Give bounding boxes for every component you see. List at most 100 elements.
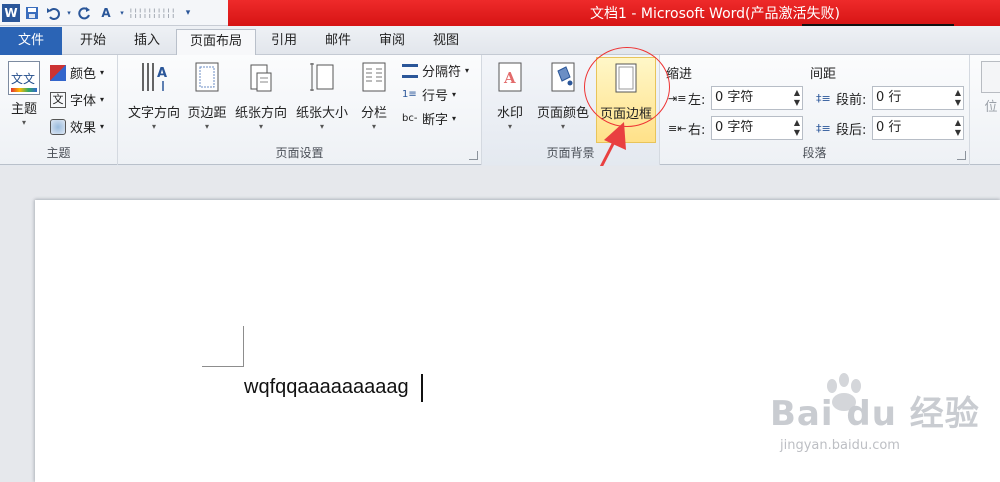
font-icon: 文	[50, 91, 66, 108]
indent-left-field[interactable]: 0 字符 ▲ ▼	[711, 86, 803, 110]
chevron-down-icon: ▾	[204, 122, 209, 131]
text-direction-icon: A	[142, 63, 167, 91]
tab-insert[interactable]: 插入	[120, 29, 174, 55]
page-setup-launcher[interactable]	[469, 151, 478, 160]
spinner-arrows-icon[interactable]: ▲ ▼	[955, 88, 961, 108]
chevron-down-icon: ▾	[258, 122, 263, 131]
hyphenation-icon: bc-	[402, 112, 418, 124]
save-icon[interactable]	[23, 4, 41, 22]
effects-icon	[50, 118, 66, 135]
chevron-down-icon: ▾	[452, 90, 457, 99]
ribbon: 文文 主题 ▾ 颜色 ▾ 文 字体 ▾ 效果 ▾ 主题 A 文字方向 ▾ 页边距…	[0, 55, 1000, 165]
word-icon[interactable]: W	[2, 3, 20, 22]
spinner-arrows-icon[interactable]: ▲ ▼	[955, 118, 961, 138]
ribbon-tabs: 文件 开始 插入 页面布局 引用 邮件 审阅 视图	[0, 26, 1000, 56]
watermark-button[interactable]: A 水印 ▾	[490, 61, 530, 131]
chevron-down-icon: ▾	[319, 122, 324, 131]
quick-access-toolbar: W ▾ A ▾ ¦¦¦¦¦¦¦¦¦¦ ▾	[0, 0, 228, 26]
toolbar-separator: ¦¦¦¦¦¦¦¦¦¦	[129, 6, 177, 19]
tab-page-layout[interactable]: 页面布局	[176, 29, 256, 56]
columns-button[interactable]: 分栏 ▾	[354, 61, 394, 131]
paragraph-launcher[interactable]	[957, 151, 966, 160]
size-button[interactable]: 纸张大小 ▾	[292, 61, 352, 131]
breaks-button[interactable]: 分隔符 ▾	[402, 61, 469, 80]
chevron-down-icon: ▾	[21, 118, 26, 127]
svg-text:A: A	[503, 69, 516, 87]
chevron-down-icon: ▾	[100, 122, 105, 131]
margins-label: 页边距	[187, 106, 227, 121]
tab-references[interactable]: 引用	[258, 29, 310, 55]
position-label: 位	[984, 100, 998, 115]
margins-button[interactable]: 页边距 ▾	[184, 61, 230, 131]
window-title: 文档1 - Microsoft Word(产品激活失败)	[590, 6, 840, 22]
indent-right-label: ≡⇤ 右:	[668, 121, 706, 139]
svg-text:A: A	[157, 66, 167, 81]
paper-size-icon	[310, 63, 334, 91]
tab-mailings[interactable]: 邮件	[312, 29, 364, 55]
watermark-icon: A	[498, 62, 522, 92]
space-after-label: ‡≡ 段后:	[816, 121, 867, 139]
group-themes: 文文 主题 ▾ 颜色 ▾ 文 字体 ▾ 效果 ▾ 主题	[0, 55, 118, 165]
space-after-icon: ‡≡	[816, 121, 831, 135]
annotation-circle	[584, 47, 670, 127]
line-numbers-icon: 1≡	[402, 88, 417, 100]
orientation-label: 纸张方向	[234, 106, 287, 121]
indent-title: 缩进	[666, 67, 693, 82]
themes-label: 主题	[10, 102, 37, 117]
theme-colors-button[interactable]: 颜色 ▾	[50, 63, 104, 82]
tab-review[interactable]: 审阅	[366, 29, 418, 55]
chevron-down-icon: ▾	[151, 122, 156, 131]
chevron-down-icon: ▾	[465, 66, 470, 75]
chevron-down-icon: ▾	[507, 122, 512, 131]
undo-icon[interactable]	[44, 4, 62, 22]
themes-icon: 文文	[8, 61, 40, 95]
space-after-field[interactable]: 0 行 ▲ ▼	[872, 116, 964, 140]
breaks-icon	[402, 63, 418, 78]
text-effect-icon[interactable]: A	[97, 4, 115, 22]
page-color-icon	[551, 62, 575, 92]
size-label: 纸张大小	[295, 106, 348, 121]
space-before-field[interactable]: 0 行 ▲ ▼	[872, 86, 964, 110]
margin-corner-mark	[202, 366, 244, 367]
line-numbers-button[interactable]: 1≡ 行号 ▾	[402, 85, 457, 105]
group-label-themes: 主题	[46, 146, 71, 160]
watermark-label: 水印	[496, 106, 523, 121]
hyphenation-button[interactable]: bc- 断字 ▾	[402, 109, 457, 129]
space-before-icon: ‡≡	[816, 91, 831, 105]
chevron-down-icon: ▾	[100, 68, 105, 77]
text-effect-dropdown-icon[interactable]: ▾	[118, 4, 126, 22]
document-text[interactable]: wqfqqaaaaaaaaag	[244, 376, 409, 399]
theme-fonts-button[interactable]: 文 字体 ▾	[50, 90, 104, 109]
tab-home[interactable]: 开始	[66, 29, 120, 55]
indent-left-icon: ⇥≡	[668, 91, 687, 105]
chevron-down-icon: ▾	[100, 95, 105, 104]
watermark-brand: Bai du 经验	[770, 394, 980, 434]
orientation-button[interactable]: 纸张方向 ▾	[230, 61, 292, 131]
chevron-down-icon: ▾	[371, 122, 376, 131]
themes-button[interactable]: 文文 主题 ▾	[4, 61, 44, 127]
group-label-page-setup: 页面设置	[275, 146, 324, 160]
customize-icon[interactable]: ▾	[179, 4, 197, 22]
indent-left-label: ⇥≡ 左:	[668, 91, 706, 109]
tab-file[interactable]: 文件	[0, 27, 62, 55]
text-direction-button[interactable]: A 文字方向 ▾	[122, 61, 186, 131]
redo-icon[interactable]	[76, 4, 94, 22]
spacing-title: 间距	[810, 67, 837, 82]
text-cursor	[421, 374, 423, 402]
margins-icon	[195, 62, 219, 92]
spinner-arrows-icon[interactable]: ▲ ▼	[794, 118, 800, 138]
indent-right-field[interactable]: 0 字符 ▲ ▼	[711, 116, 803, 140]
orientation-icon	[250, 64, 272, 92]
space-before-label: ‡≡ 段前:	[816, 91, 867, 109]
text-direction-label: 文字方向	[127, 106, 180, 121]
tab-view[interactable]: 视图	[420, 29, 472, 55]
group-page-setup: A 文字方向 ▾ 页边距 ▾ 纸张方向 ▾ 纸张大小 ▾ 分栏 ▾ 分隔符 ▾ …	[118, 55, 482, 165]
columns-icon	[362, 62, 386, 92]
spinner-arrows-icon[interactable]: ▲ ▼	[794, 88, 800, 108]
chevron-down-icon: ▾	[452, 114, 457, 123]
position-button[interactable]: 位	[980, 61, 1000, 115]
group-label-paragraph: 段落	[802, 146, 827, 160]
theme-effects-button[interactable]: 效果 ▾	[50, 117, 104, 136]
position-icon	[981, 61, 1000, 93]
undo-dropdown-icon[interactable]: ▾	[65, 4, 73, 22]
